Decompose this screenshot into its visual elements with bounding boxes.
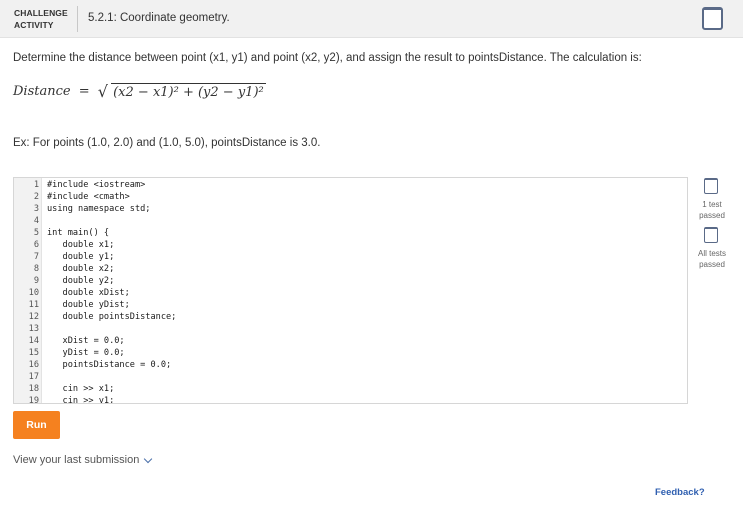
- code-text[interactable]: using namespace std;: [39, 203, 150, 215]
- code-line[interactable]: 12 double pointsDistance;: [14, 311, 687, 323]
- code-text[interactable]: pointsDistance = 0.0;: [39, 359, 172, 371]
- line-number: 8: [33, 264, 39, 274]
- run-button[interactable]: Run: [13, 411, 60, 439]
- code-line[interactable]: 17: [14, 371, 687, 383]
- badge-line2: ACTIVITY: [14, 20, 54, 30]
- code-line[interactable]: 15 yDist = 0.0;: [14, 347, 687, 359]
- line-number: 16: [28, 360, 39, 370]
- code-text[interactable]: #include <cmath>: [39, 191, 130, 203]
- line-number: 14: [28, 336, 39, 346]
- code-text[interactable]: double y2;: [39, 275, 115, 287]
- code-text[interactable]: cin >> x1;: [39, 383, 115, 395]
- header-divider: [77, 6, 78, 32]
- all-tests-passed-label: All tests passed: [697, 249, 726, 269]
- challenge-activity-badge: CHALLENGE ACTIVITY: [14, 7, 68, 31]
- line-number: 1: [33, 180, 39, 190]
- line-number: 9: [33, 276, 39, 286]
- code-text[interactable]: #include <iostream>: [39, 179, 145, 191]
- line-number: 6: [33, 240, 39, 250]
- line-number: 18: [28, 384, 39, 394]
- code-text[interactable]: xDist = 0.0;: [39, 335, 125, 347]
- completion-checkbox-icon: [702, 7, 723, 30]
- test-checkbox-icon: [704, 178, 718, 194]
- code-line[interactable]: 6 double x1;: [14, 239, 687, 251]
- code-text[interactable]: double xDist;: [39, 287, 130, 299]
- activity-title: 5.2.1: Coordinate geometry.: [88, 12, 230, 24]
- sqrt-icon: √: [97, 82, 108, 101]
- code-line[interactable]: 5 int main() {: [14, 227, 687, 239]
- one-test-passed-label: 1 test passed: [699, 200, 725, 220]
- code-text[interactable]: double pointsDistance;: [39, 311, 177, 323]
- example-text: Ex: For points (1.0, 2.0) and (1.0, 5.0)…: [13, 137, 321, 149]
- code-editor[interactable]: 1 #include <iostream> 2 #include <cmath> 3 us…: [13, 177, 688, 404]
- line-number: 11: [28, 300, 39, 310]
- code-line[interactable]: 11 double yDist;: [14, 299, 687, 311]
- line-number: 4: [33, 216, 39, 226]
- code-text[interactable]: cin >> y1;: [39, 395, 115, 403]
- formula-radicand: (x2 − x1)² + (y2 − y1)²: [111, 83, 266, 100]
- code-line[interactable]: 13: [14, 323, 687, 335]
- code-text[interactable]: double x1;: [39, 239, 115, 251]
- formula-equals: =: [78, 84, 90, 99]
- code-text[interactable]: int main() {: [39, 227, 109, 239]
- line-number: 5: [33, 228, 39, 238]
- code-text[interactable]: double yDist;: [39, 299, 130, 311]
- code-line[interactable]: 4: [14, 215, 687, 227]
- line-number: 19: [28, 396, 39, 404]
- view-last-submission-link[interactable]: View your last submission: [13, 454, 153, 466]
- line-number: 7: [33, 252, 39, 262]
- line-number: 3: [33, 204, 39, 214]
- code-line[interactable]: 18 cin >> x1;: [14, 383, 687, 395]
- code-text[interactable]: double x2;: [39, 263, 115, 275]
- code-line[interactable]: 9 double y2;: [14, 275, 687, 287]
- chevron-down-icon: [144, 454, 153, 463]
- line-number: 13: [28, 324, 39, 334]
- code-text[interactable]: yDist = 0.0;: [39, 347, 125, 359]
- line-number: 15: [28, 348, 39, 358]
- code-line[interactable]: 2 #include <cmath>: [14, 191, 687, 203]
- code-line[interactable]: 1 #include <iostream>: [14, 179, 687, 191]
- last-submission-label: View your last submission: [13, 454, 140, 466]
- code-line[interactable]: 14 xDist = 0.0;: [14, 335, 687, 347]
- line-number: 17: [28, 372, 39, 382]
- line-number: 2: [33, 192, 39, 202]
- line-number: 12: [28, 312, 39, 322]
- code-line[interactable]: 16 pointsDistance = 0.0;: [14, 359, 687, 371]
- code-line[interactable]: 7 double y1;: [14, 251, 687, 263]
- all-tests-checkbox-icon: [704, 227, 718, 243]
- instruction-text: Determine the distance between point (x1…: [13, 52, 642, 64]
- line-number: 10: [28, 288, 39, 298]
- code-text[interactable]: [39, 215, 47, 227]
- code-lines[interactable]: 1 #include <iostream> 2 #include <cmath> 3 us…: [14, 178, 687, 404]
- activity-header: CHALLENGE ACTIVITY 5.2.1: Coordinate geo…: [0, 0, 743, 38]
- formula-lhs: Distance: [13, 84, 71, 99]
- code-line[interactable]: 19 cin >> y1;: [14, 395, 687, 404]
- distance-formula: Distance = √ (x2 − x1)² + (y2 − y1)²: [13, 82, 266, 104]
- badge-line1: CHALLENGE: [14, 8, 68, 18]
- code-line[interactable]: 3 using namespace std;: [14, 203, 687, 215]
- code-line[interactable]: 8 double x2;: [14, 263, 687, 275]
- feedback-link[interactable]: Feedback?: [655, 487, 705, 498]
- code-line[interactable]: 10 double xDist;: [14, 287, 687, 299]
- code-text[interactable]: [39, 371, 47, 383]
- code-text[interactable]: [39, 323, 47, 335]
- code-text[interactable]: double y1;: [39, 251, 115, 263]
